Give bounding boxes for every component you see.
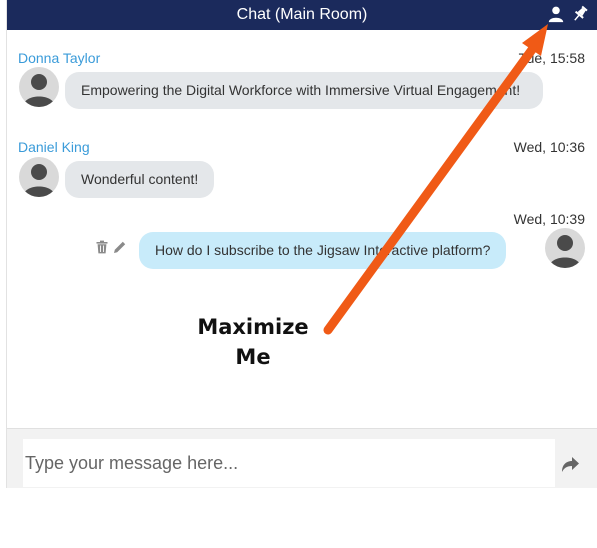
annotation-line-1: Maximize [197,315,309,339]
pencil-icon[interactable] [113,240,127,254]
avatar [19,67,59,107]
message-bubble: Empowering the Digital Workforce with Im… [65,72,543,109]
annotation-line-2: Me [235,345,271,369]
annotation-label: Maximize Me [188,312,318,372]
message-time: Wed, 10:39 [513,211,585,227]
user-icon[interactable] [547,5,565,23]
avatar [545,228,585,268]
message-input[interactable] [23,439,555,487]
chat-panel: Chat (Main Room) Donna Taylor Tue, 15:58 [6,0,597,488]
message-time: Wed, 10:36 [513,139,585,155]
trash-icon[interactable] [95,240,109,254]
chat-header: Chat (Main Room) [7,0,597,30]
message-composer [7,428,597,488]
pin-icon[interactable] [571,5,589,23]
message-bubble: Wonderful content! [65,161,215,198]
sender-name[interactable]: Daniel King [18,139,90,155]
avatar [19,157,59,197]
sender-name[interactable]: Donna Taylor [18,50,100,66]
chat-title: Chat (Main Room) [236,6,368,23]
message-time: Tue, 15:58 [518,50,585,66]
message-bubble: How do I subscribe to the Jigsaw Interac… [139,232,507,269]
send-icon[interactable] [559,453,581,475]
